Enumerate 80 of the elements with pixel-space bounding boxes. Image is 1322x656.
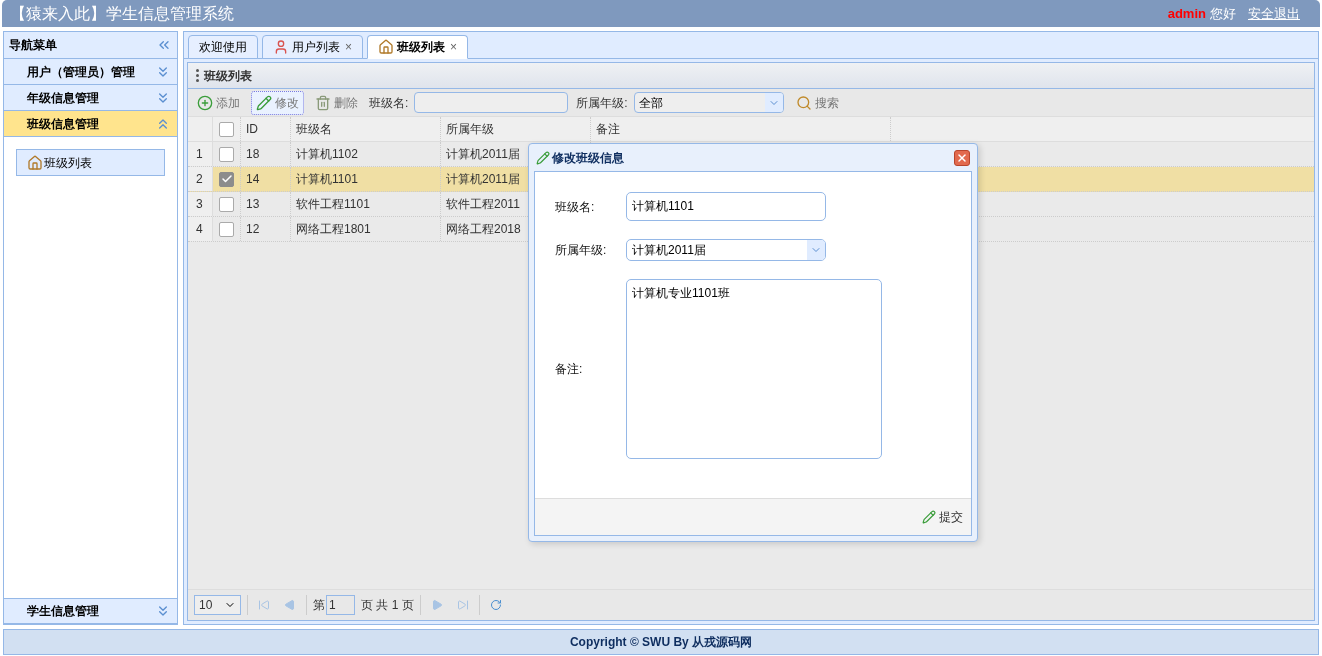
first-page-icon[interactable] bbox=[258, 599, 270, 611]
page-size-select[interactable]: 10 bbox=[194, 595, 241, 615]
page-number-field[interactable]: 1 bbox=[326, 595, 355, 615]
row-number: 4 bbox=[188, 217, 213, 241]
table-cell: 计算机1101 bbox=[291, 167, 441, 191]
accordion-header[interactable]: 用户（管理员）管理 bbox=[4, 59, 177, 85]
accordion-header[interactable]: 年级信息管理 bbox=[4, 85, 177, 111]
tab[interactable]: 欢迎使用 bbox=[188, 35, 258, 59]
row-number: 2 bbox=[188, 167, 213, 191]
accordion-title: 班级信息管理 bbox=[27, 115, 100, 133]
username: admin bbox=[1167, 4, 1206, 23]
sidebar-title: 导航菜单 bbox=[9, 37, 58, 54]
trash-icon bbox=[315, 94, 331, 111]
page-label: 第 bbox=[313, 597, 325, 614]
row-checkbox[interactable] bbox=[219, 121, 234, 137]
accordion-title: 用户（管理员）管理 bbox=[27, 63, 136, 81]
tab[interactable]: 班级列表 × bbox=[367, 35, 469, 59]
select-field[interactable]: 计算机2011届 bbox=[626, 239, 826, 261]
person-icon bbox=[273, 39, 289, 55]
pencil-icon bbox=[536, 150, 550, 165]
app-title: 【猿来入此】学生信息管理系统 bbox=[10, 3, 234, 24]
accordion-header[interactable]: 学生信息管理 bbox=[4, 598, 177, 624]
tab-label: 班级列表 bbox=[397, 39, 445, 56]
filter-label: 班级名: bbox=[369, 94, 409, 112]
toolbar-button[interactable]: 删除 bbox=[310, 90, 363, 115]
next-page-icon[interactable] bbox=[430, 599, 443, 611]
house-icon bbox=[378, 39, 394, 55]
column-header[interactable]: 班级名 bbox=[291, 117, 441, 141]
close-icon bbox=[956, 151, 968, 164]
form-label: 所属年级: bbox=[555, 242, 608, 259]
menu-item[interactable]: 班级列表 bbox=[16, 149, 165, 176]
row-number: 1 bbox=[188, 142, 213, 166]
tab-close[interactable]: × bbox=[450, 38, 458, 56]
add-icon bbox=[197, 94, 213, 111]
page-total: 页 共 1 页 bbox=[361, 597, 414, 614]
tab[interactable]: 用户列表 × bbox=[262, 35, 363, 59]
row-checkbox[interactable] bbox=[219, 196, 234, 212]
submit-button[interactable]: 提交 bbox=[922, 508, 963, 526]
grip-icon bbox=[196, 69, 199, 82]
copyright-text: Copyright © SWU By 从戎源码网 bbox=[569, 634, 753, 651]
tab-label: 用户列表 bbox=[292, 39, 340, 56]
column-header[interactable]: ID bbox=[241, 117, 291, 141]
tab-close[interactable]: × bbox=[345, 38, 352, 56]
toolbar-button[interactable]: 添加 bbox=[192, 90, 245, 115]
toolbar-button[interactable]: 修改 bbox=[251, 90, 304, 115]
house-icon bbox=[27, 154, 43, 171]
row-checkbox[interactable] bbox=[219, 221, 234, 237]
accordion-header[interactable]: 班级信息管理 bbox=[4, 111, 177, 137]
row-checkbox[interactable] bbox=[219, 171, 234, 187]
grade-select[interactable]: 全部 bbox=[633, 92, 784, 113]
filter-label: 所属年级: bbox=[576, 94, 628, 112]
pencil-icon bbox=[256, 94, 272, 111]
table-cell: 14 bbox=[241, 167, 291, 191]
table-cell: 18 bbox=[241, 142, 291, 166]
accordion-title: 年级信息管理 bbox=[27, 89, 100, 107]
pencil-icon bbox=[922, 510, 936, 524]
close-button[interactable] bbox=[954, 149, 970, 166]
table-cell: 13 bbox=[241, 192, 291, 216]
row-checkbox[interactable] bbox=[219, 146, 234, 162]
refresh-icon[interactable] bbox=[489, 599, 502, 611]
table-cell: 软件工程1101 bbox=[291, 192, 441, 216]
panel-title: 班级列表 bbox=[204, 67, 252, 85]
row-number: 3 bbox=[188, 192, 213, 216]
last-page-icon[interactable] bbox=[456, 599, 469, 611]
form-label: 备注: bbox=[555, 361, 584, 378]
remark-field[interactable]: 计算机专业1101班 bbox=[626, 279, 882, 459]
previous-page-icon[interactable] bbox=[284, 599, 296, 611]
tab-label: 欢迎使用 bbox=[199, 39, 247, 56]
table-cell: 网络工程1801 bbox=[291, 217, 441, 241]
search-icon bbox=[795, 94, 812, 111]
menu-item-label: 班级列表 bbox=[44, 154, 92, 172]
table-cell: 计算机1102 bbox=[291, 142, 441, 166]
table-cell: 12 bbox=[241, 217, 291, 241]
text-field[interactable]: 计算机1101 bbox=[626, 192, 826, 221]
column-header[interactable]: 所属年级 bbox=[441, 117, 591, 141]
search-button[interactable]: 搜索 bbox=[795, 93, 839, 112]
class-name-field[interactable] bbox=[414, 92, 569, 113]
accordion-title: 学生信息管理 bbox=[27, 603, 100, 620]
column-header[interactable]: 备注 bbox=[591, 117, 891, 141]
greeting: 您好 bbox=[1210, 4, 1236, 23]
